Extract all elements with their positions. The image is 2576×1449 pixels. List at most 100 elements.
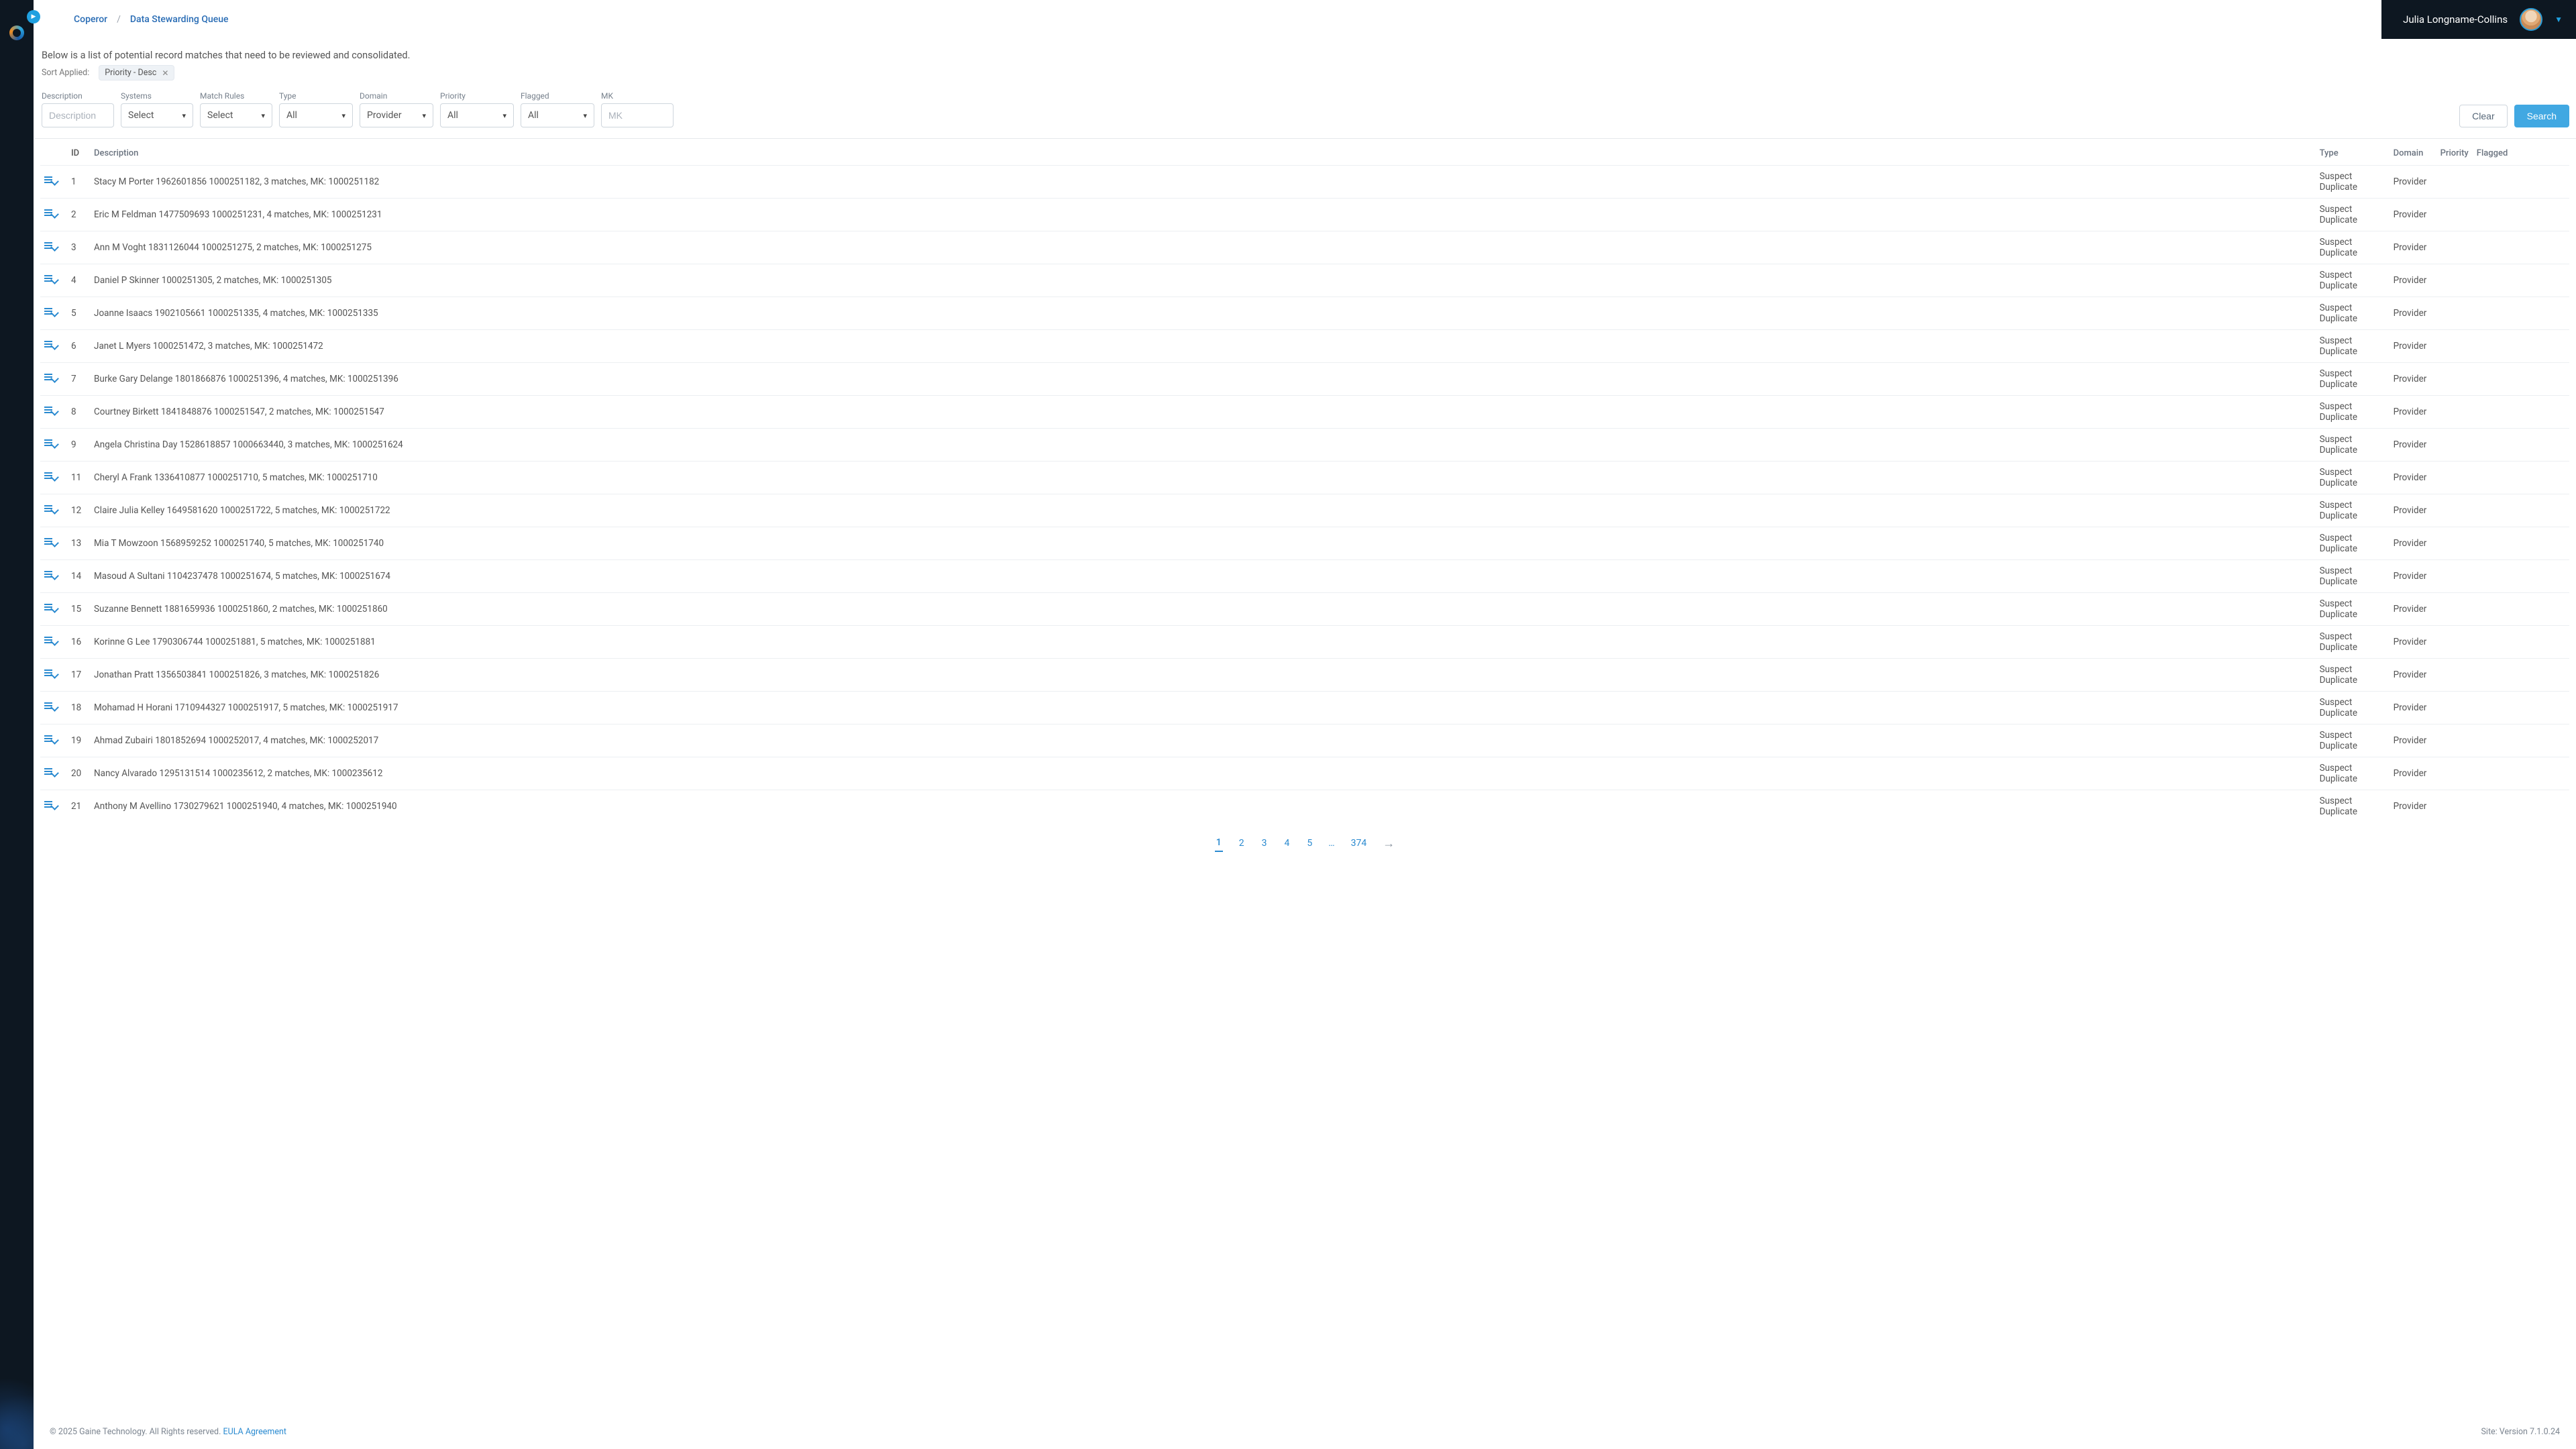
type-select[interactable]: All ▾	[279, 103, 353, 127]
user-menu-caret-icon[interactable]: ▼	[2555, 15, 2563, 24]
table-row[interactable]: 21Anthony M Avellino 1730279621 10002519…	[40, 790, 2569, 823]
cell-description: Claire Julia Kelley 1649581620 100025172…	[90, 494, 2316, 527]
breadcrumb-root[interactable]: Coperor	[74, 14, 107, 25]
steward-action-icon[interactable]	[44, 537, 56, 547]
page-link[interactable]: 2	[1238, 835, 1246, 851]
table-row[interactable]: 5Joanne Isaacs 1902105661 1000251335, 4 …	[40, 297, 2569, 330]
table-row[interactable]: 6Janet L Myers 1000251472, 3 matches, MK…	[40, 330, 2569, 363]
table-row[interactable]: 19Ahmad Zubairi 1801852694 1000252017, 4…	[40, 724, 2569, 757]
steward-action-icon[interactable]	[44, 176, 56, 185]
footer-eula-link[interactable]: EULA Agreement	[223, 1427, 286, 1437]
cell-flagged	[2473, 166, 2513, 199]
page-link[interactable]: 5	[1305, 835, 1313, 851]
cell-id: 9	[67, 429, 90, 462]
matchrules-select[interactable]: Select ▾	[200, 103, 272, 127]
cell-priority	[2436, 626, 2473, 659]
table-row[interactable]: 9Angela Christina Day 1528618857 1000663…	[40, 429, 2569, 462]
cell-domain: Provider	[2390, 757, 2436, 790]
flagged-select[interactable]: All ▾	[521, 103, 594, 127]
sort-chip-remove-icon[interactable]: ✕	[162, 68, 168, 78]
steward-action-icon[interactable]	[44, 800, 56, 810]
table-row[interactable]: 12Claire Julia Kelley 1649581620 1000251…	[40, 494, 2569, 527]
steward-action-icon[interactable]	[44, 274, 56, 284]
col-header-id[interactable]: ID	[67, 139, 90, 166]
table-row[interactable]: 17Jonathan Pratt 1356503841 1000251826, …	[40, 659, 2569, 692]
clear-button[interactable]: Clear	[2459, 105, 2507, 127]
cell-flagged	[2473, 396, 2513, 429]
steward-action-icon[interactable]	[44, 241, 56, 251]
table-row[interactable]: 15Suzanne Bennett 1881659936 1000251860,…	[40, 593, 2569, 626]
cell-domain: Provider	[2390, 363, 2436, 396]
steward-action-icon[interactable]	[44, 767, 56, 777]
cell-flagged	[2473, 231, 2513, 264]
steward-action-icon[interactable]	[44, 603, 56, 612]
steward-action-icon[interactable]	[44, 702, 56, 711]
breadcrumb-page[interactable]: Data Stewarding Queue	[130, 14, 229, 25]
page-link-last[interactable]: 374	[1350, 835, 1368, 851]
steward-action-icon[interactable]	[44, 636, 56, 645]
cell-flagged	[2473, 692, 2513, 724]
table-row[interactable]: 4Daniel P Skinner 1000251305, 2 matches,…	[40, 264, 2569, 297]
domain-select[interactable]: Provider ▾	[360, 103, 433, 127]
filter-label-flagged: Flagged	[521, 91, 594, 101]
table-row[interactable]: 8Courtney Birkett 1841848876 1000251547,…	[40, 396, 2569, 429]
steward-action-icon[interactable]	[44, 439, 56, 448]
description-input[interactable]	[42, 103, 114, 127]
page-next-arrow-icon[interactable]: →	[1383, 837, 1395, 851]
steward-action-icon[interactable]	[44, 735, 56, 744]
sidebar-toggle-badge[interactable]: ▶	[27, 10, 40, 23]
description-input-field[interactable]	[49, 110, 107, 121]
steward-action-icon[interactable]	[44, 209, 56, 218]
table-row[interactable]: 16Korinne G Lee 1790306744 1000251881, 5…	[40, 626, 2569, 659]
page-link[interactable]: 4	[1283, 835, 1291, 851]
steward-action-icon[interactable]	[44, 570, 56, 580]
cell-priority	[2436, 790, 2473, 823]
cell-domain: Provider	[2390, 429, 2436, 462]
cell-type: Suspect Duplicate	[2316, 560, 2390, 593]
col-header-flagged[interactable]: Flagged	[2473, 139, 2513, 166]
col-header-domain[interactable]: Domain	[2390, 139, 2436, 166]
steward-action-icon[interactable]	[44, 307, 56, 317]
cell-type: Suspect Duplicate	[2316, 626, 2390, 659]
cell-domain: Provider	[2390, 264, 2436, 297]
cell-description: Mia T Mowzoon 1568959252 1000251740, 5 m…	[90, 527, 2316, 560]
table-row[interactable]: 2Eric M Feldman 1477509693 1000251231, 4…	[40, 199, 2569, 231]
steward-action-icon[interactable]	[44, 406, 56, 415]
table-row[interactable]: 11Cheryl A Frank 1336410877 1000251710, …	[40, 462, 2569, 494]
table-row[interactable]: 3Ann M Voght 1831126044 1000251275, 2 ma…	[40, 231, 2569, 264]
cell-type: Suspect Duplicate	[2316, 264, 2390, 297]
sort-chip[interactable]: Priority - Desc ✕	[99, 65, 174, 80]
cell-id: 15	[67, 593, 90, 626]
table-row[interactable]: 14Masoud A Sultani 1104237478 1000251674…	[40, 560, 2569, 593]
filter-label-type: Type	[279, 91, 353, 101]
avatar[interactable]	[2520, 8, 2542, 31]
steward-action-icon[interactable]	[44, 340, 56, 350]
app-logo-icon[interactable]	[9, 25, 24, 40]
col-header-description[interactable]: Description	[90, 139, 2316, 166]
cell-domain: Provider	[2390, 231, 2436, 264]
table-row[interactable]: 7Burke Gary Delange 1801866876 100025139…	[40, 363, 2569, 396]
priority-select[interactable]: All ▾	[440, 103, 514, 127]
table-row[interactable]: 1Stacy M Porter 1962601856 1000251182, 3…	[40, 166, 2569, 199]
steward-action-icon[interactable]	[44, 669, 56, 678]
table-row[interactable]: 18Mohamad H Horani 1710944327 1000251917…	[40, 692, 2569, 724]
user-bar[interactable]: Julia Longname-Collins ▼	[2381, 0, 2576, 39]
systems-select[interactable]: Select ▾	[121, 103, 193, 127]
col-header-priority[interactable]: Priority	[2436, 139, 2473, 166]
search-button[interactable]: Search	[2514, 105, 2569, 127]
steward-action-icon[interactable]	[44, 504, 56, 514]
table-row[interactable]: 20Nancy Alvarado 1295131514 1000235612, …	[40, 757, 2569, 790]
table-row[interactable]: 13Mia T Mowzoon 1568959252 1000251740, 5…	[40, 527, 2569, 560]
mk-input[interactable]	[601, 103, 674, 127]
cell-type: Suspect Duplicate	[2316, 790, 2390, 823]
cell-description: Mohamad H Horani 1710944327 1000251917, …	[90, 692, 2316, 724]
cell-domain: Provider	[2390, 462, 2436, 494]
steward-action-icon[interactable]	[44, 472, 56, 481]
cell-id: 1	[67, 166, 90, 199]
steward-action-icon[interactable]	[44, 373, 56, 382]
page-link[interactable]: 1	[1215, 835, 1223, 852]
col-header-type[interactable]: Type	[2316, 139, 2390, 166]
topbar: Coperor / Data Stewarding Queue Julia Lo…	[34, 0, 2576, 39]
page-link[interactable]: 3	[1260, 835, 1269, 851]
mk-input-field[interactable]	[608, 110, 666, 121]
